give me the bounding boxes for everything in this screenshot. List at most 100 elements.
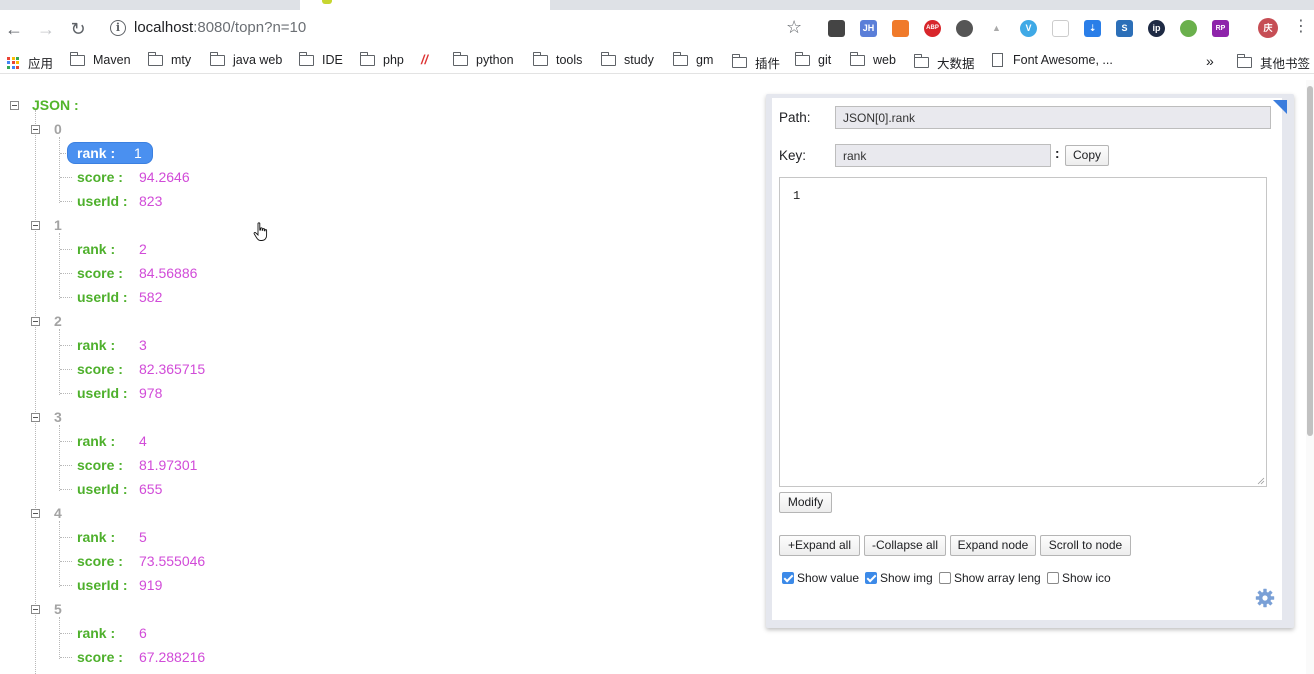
key-field[interactable] <box>835 144 1051 167</box>
resize-grip-icon[interactable] <box>1257 477 1265 485</box>
show-array-length-checkbox[interactable] <box>939 572 951 584</box>
save-extension-icon[interactable]: ⇣ <box>1084 20 1101 37</box>
expand-all-button[interactable]: +Expand all <box>779 535 860 556</box>
bookmark-python[interactable]: python <box>452 51 514 67</box>
adblock-extension-icon[interactable]: ABP <box>924 20 941 37</box>
field-rank-row[interactable]: rank : 4 <box>77 431 147 451</box>
menu-icon[interactable]: ⋮ <box>1290 16 1312 38</box>
qr-code-extension-icon[interactable] <box>828 20 845 37</box>
collapse-all-button[interactable]: -Collapse all <box>864 535 946 556</box>
orange-extension-icon[interactable] <box>892 20 909 37</box>
copy-button[interactable]: Copy <box>1065 145 1109 166</box>
field-score-row[interactable]: score : 67.288216 <box>77 647 205 667</box>
field-key: score : <box>77 553 123 569</box>
record-node[interactable]: 1 <box>54 215 62 235</box>
record-collapse-toggle[interactable] <box>31 413 40 422</box>
green-extension-icon[interactable] <box>1180 20 1197 37</box>
field-connector-line <box>60 489 72 490</box>
site-info-icon[interactable]: i <box>110 20 126 36</box>
bookmark-maven[interactable]: Maven <box>69 51 131 67</box>
active-tab[interactable] <box>300 0 550 10</box>
bookmark-star-icon[interactable]: ☆ <box>786 17 802 38</box>
record-node[interactable]: 4 <box>54 503 62 523</box>
modify-button[interactable]: Modify <box>779 492 832 513</box>
record-node[interactable]: 0 <box>54 119 62 139</box>
show-img-checkbox[interactable] <box>865 572 877 584</box>
show-img-option[interactable]: Show img <box>865 571 933 585</box>
jh-extension-icon[interactable]: JH <box>860 20 877 37</box>
bookmark-web[interactable]: web <box>849 51 896 67</box>
page-scrollbar[interactable] <box>1306 80 1314 674</box>
grey-extension-icon[interactable] <box>1052 20 1069 37</box>
forward-button[interactable]: → <box>35 18 57 40</box>
field-userid-row[interactable]: userId : 919 <box>77 575 162 595</box>
field-score-row[interactable]: score : 82.365715 <box>77 359 205 379</box>
field-rank-row[interactable]: rank : 1 <box>68 143 152 163</box>
bookmark-php[interactable]: php <box>359 51 404 67</box>
field-score-row[interactable]: score : 73.555046 <box>77 551 205 571</box>
bookmark-gm[interactable]: gm <box>672 51 713 67</box>
record-collapse-toggle[interactable] <box>31 317 40 326</box>
folder-icon <box>209 51 225 66</box>
tree-extension-icon[interactable]: ▲ <box>988 20 1005 37</box>
profile-avatar[interactable]: 庆 <box>1258 18 1278 38</box>
value-editor[interactable]: 1 <box>779 177 1267 487</box>
field-userid-row[interactable]: userId : 978 <box>77 383 162 403</box>
path-field[interactable] <box>835 106 1271 129</box>
field-userid-row[interactable]: userId : 655 <box>77 479 162 499</box>
bookmark-other[interactable]: 其他书签 <box>1236 53 1311 72</box>
show-value-option[interactable]: Show value <box>782 571 859 585</box>
back-button[interactable]: ← <box>3 18 25 40</box>
field-userid-row[interactable]: userId : 582 <box>77 287 162 307</box>
field-userid-row[interactable]: userId : 823 <box>77 191 162 211</box>
show-ico-checkbox[interactable] <box>1047 572 1059 584</box>
record-node[interactable]: 5 <box>54 599 62 619</box>
panel-corner-toggle[interactable] <box>1273 100 1287 114</box>
record-node[interactable]: 3 <box>54 407 62 427</box>
scroll-to-node-button[interactable]: Scroll to node <box>1040 535 1131 556</box>
bookmark-ide[interactable]: IDE <box>298 51 343 67</box>
bookmark-mty[interactable]: mty <box>147 51 191 67</box>
v-extension-icon[interactable]: V <box>1020 20 1037 37</box>
show-array-length-option[interactable]: Show array leng <box>939 571 1041 585</box>
address-bar[interactable]: localhost:8080/topn?n=10 <box>134 19 306 36</box>
bookmark-label: 其他书签 <box>1260 57 1311 71</box>
show-value-checkbox[interactable] <box>782 572 794 584</box>
root-node[interactable]: JSON : <box>32 95 79 115</box>
rp-extension-icon[interactable]: RP <box>1212 20 1229 37</box>
bookmark-study[interactable]: study <box>600 51 654 67</box>
field-score-row[interactable]: score : 81.97301 <box>77 455 197 475</box>
field-key: userId : <box>77 193 128 209</box>
field-score-row[interactable]: score : 94.2646 <box>77 167 190 187</box>
field-score-row[interactable]: score : 84.56886 <box>77 263 197 283</box>
s-extension-icon[interactable]: S <box>1116 20 1133 37</box>
bookmark-logo-icon[interactable]: // <box>421 53 428 67</box>
field-rank-row[interactable]: rank : 2 <box>77 239 147 259</box>
record-node[interactable]: 2 <box>54 311 62 331</box>
bookmark-java-web[interactable]: java web <box>209 51 282 67</box>
scrollbar-thumb[interactable] <box>1307 86 1313 436</box>
bookmarks-overflow-button[interactable]: » <box>1206 53 1214 69</box>
bookmark-apps[interactable]: 应用 <box>7 53 53 72</box>
ip-extension-icon[interactable]: ip <box>1148 20 1165 37</box>
gear-extension-icon[interactable] <box>956 20 973 37</box>
bookmark-font-awesome[interactable]: Font Awesome, ... <box>992 53 1113 67</box>
field-rank-row[interactable]: rank : 6 <box>77 623 147 643</box>
bookmark-plugins[interactable]: 插件 <box>731 53 780 72</box>
field-rank-row[interactable]: rank : 5 <box>77 527 147 547</box>
root-collapse-toggle[interactable] <box>10 101 19 110</box>
record-collapse-toggle[interactable] <box>31 605 40 614</box>
record-collapse-toggle[interactable] <box>31 125 40 134</box>
selected-node-highlight[interactable]: rank : 1 <box>68 143 152 163</box>
bookmark-tools[interactable]: tools <box>532 51 582 67</box>
bookmark-git[interactable]: git <box>794 51 831 67</box>
show-ico-option[interactable]: Show ico <box>1047 571 1111 585</box>
record-collapse-toggle[interactable] <box>31 509 40 518</box>
expand-node-button[interactable]: Expand node <box>950 535 1036 556</box>
record-collapse-toggle[interactable] <box>31 221 40 230</box>
bookmark-big-data[interactable]: 大数据 <box>913 53 975 72</box>
settings-gear-icon[interactable] <box>1255 588 1275 608</box>
field-rank-row[interactable]: rank : 3 <box>77 335 147 355</box>
reload-button[interactable]: ↻ <box>67 18 89 40</box>
field-key: rank : <box>77 145 116 161</box>
